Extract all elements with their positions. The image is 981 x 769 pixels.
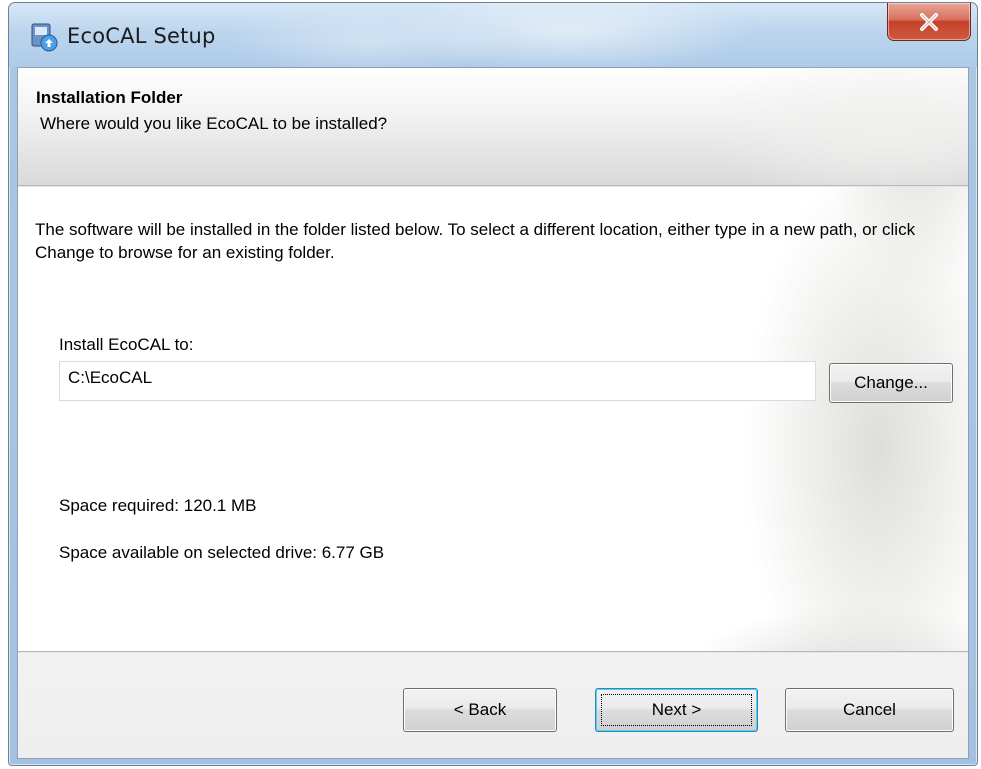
page-title: Installation Folder [36,88,183,107]
space-available-text: Space available on selected drive: 6.77 … [59,543,385,562]
setup-window: EcoCAL Setup Installation Folder Where w… [8,2,978,766]
dialog-content: Installation Folder Where would you like… [17,67,969,759]
install-path-input[interactable] [59,361,816,401]
close-button[interactable] [887,3,971,41]
close-icon [920,12,938,31]
title-bar[interactable]: EcoCAL Setup [9,3,977,67]
change-button-label: Change... [854,373,928,392]
cancel-button-label: Cancel [843,700,896,719]
page-subtitle: Where would you like EcoCAL to be instal… [40,114,388,133]
back-button[interactable]: < Back [403,688,557,732]
next-button-label: Next > [651,700,702,719]
dialog-header: Installation Folder Where would you like… [18,68,968,185]
back-button-label: < Back [453,700,507,719]
install-location-label: Install EcoCAL to: [59,335,194,354]
description-text: The software will be installed in the fo… [35,220,916,262]
header-divider [18,185,968,187]
space-required-text: Space required: 120.1 MB [59,496,257,515]
change-button[interactable]: Change... [829,363,953,403]
window-title: EcoCAL Setup [67,24,216,48]
cancel-button[interactable]: Cancel [785,688,954,732]
next-button[interactable]: Next > [595,688,758,732]
installer-icon [29,22,59,52]
